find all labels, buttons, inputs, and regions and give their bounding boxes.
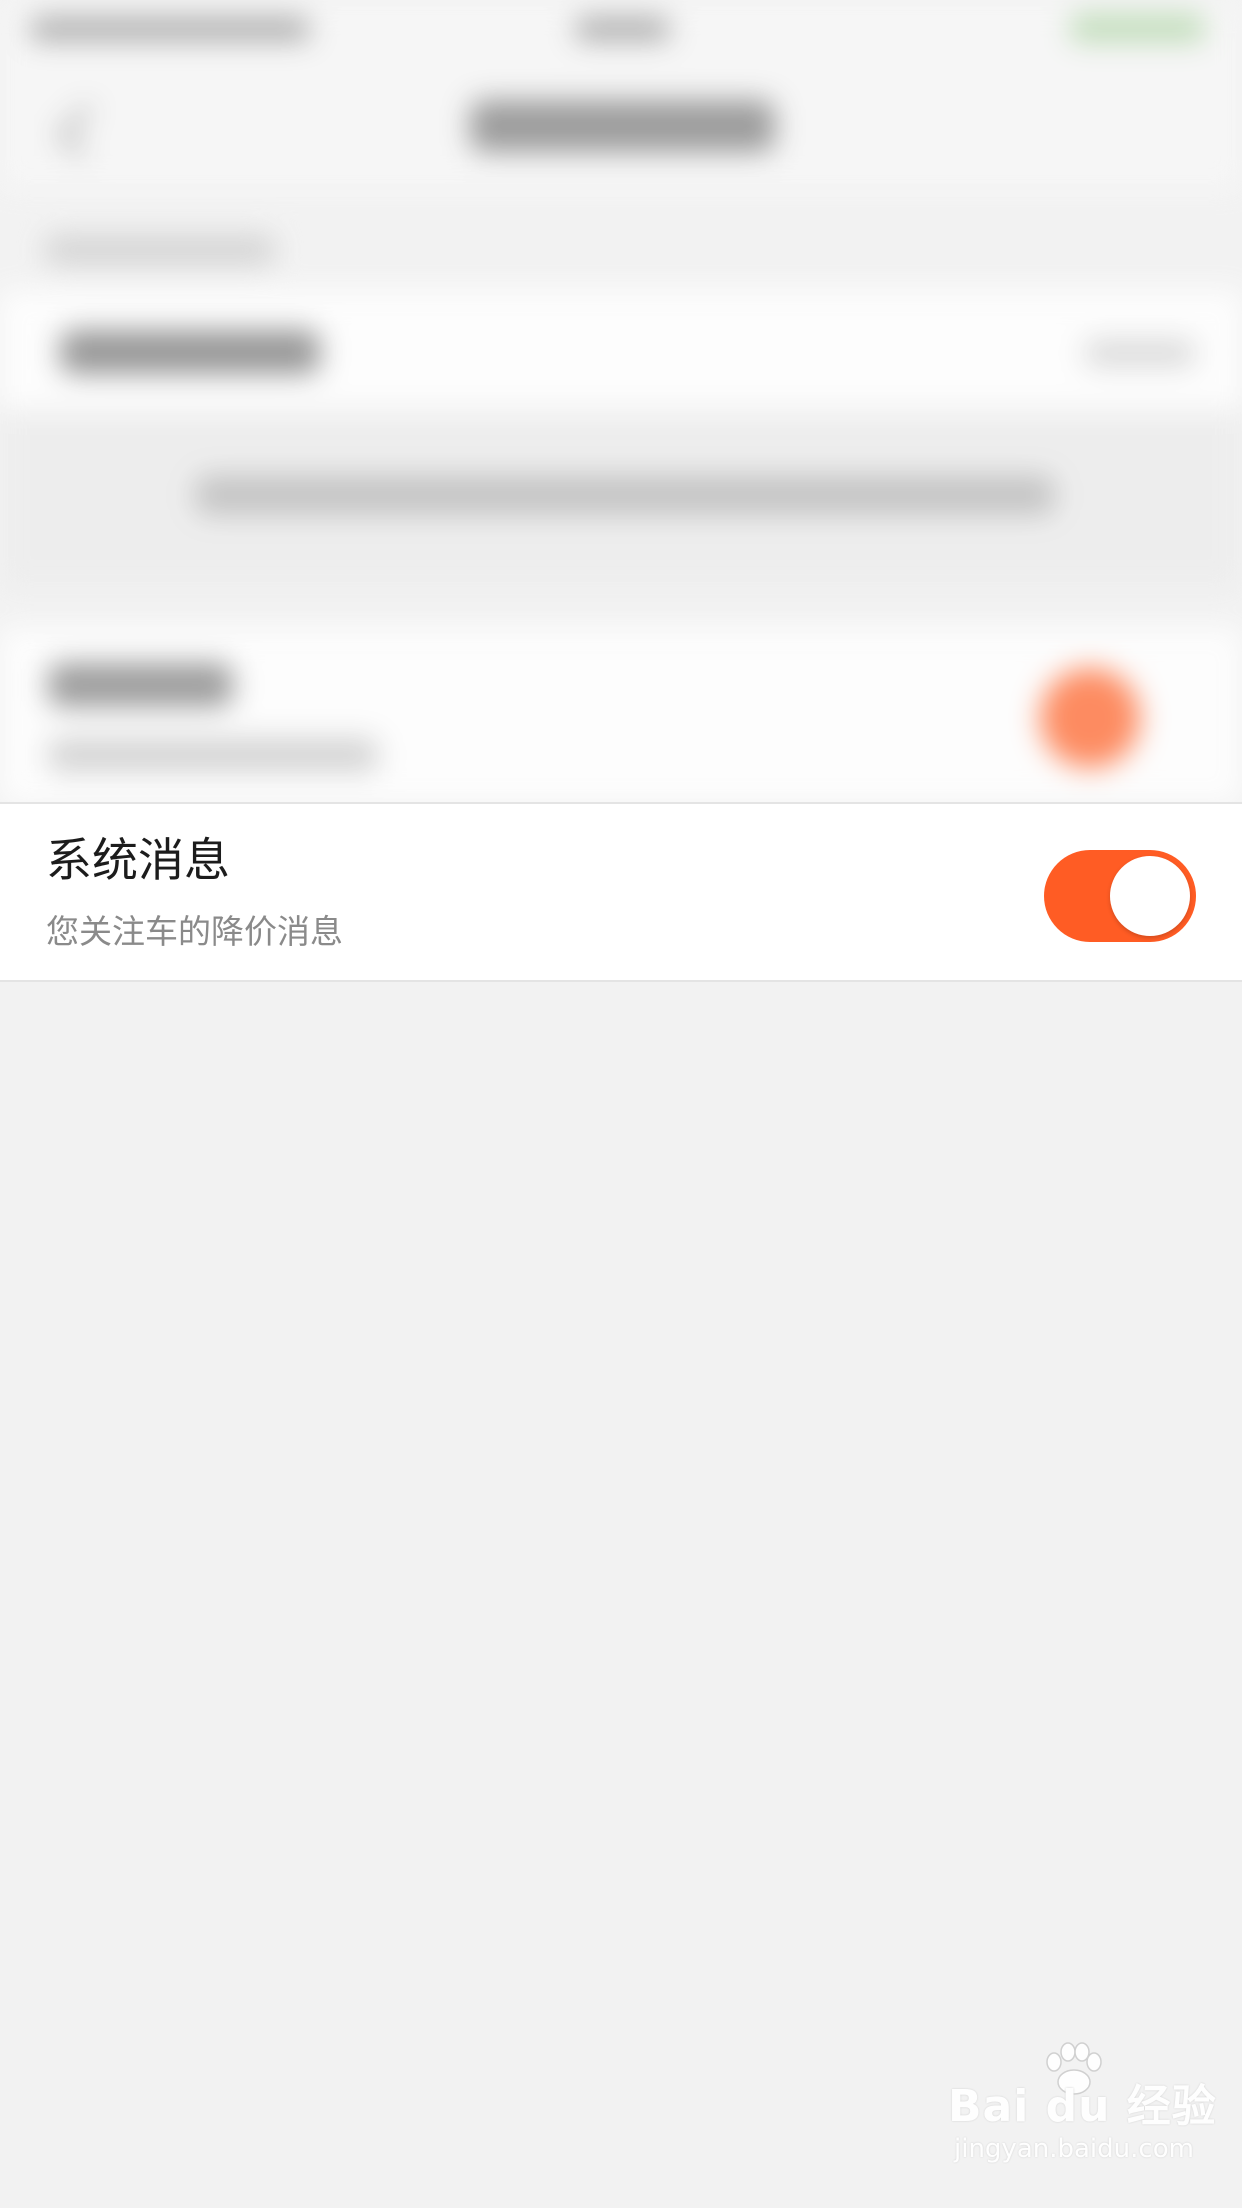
row-value-blur [1085,340,1195,366]
info-text-blur [0,410,1242,590]
settings-row-blur-2[interactable] [0,628,1242,804]
back-arrow-icon[interactable] [57,104,111,158]
toggle-knob [1110,856,1190,936]
status-carrier-blur [30,18,310,40]
section-label-blur [45,235,275,265]
settings-row-blur-1[interactable] [0,290,1242,410]
row-subtitle-blur [48,738,378,772]
toggle-switch-blur[interactable] [1040,668,1140,768]
watermark-url: jingyan.baidu.com [954,2134,1194,2164]
info-line-blur [195,475,1055,515]
system-messages-row[interactable]: 系统消息 您关注车的降价消息 [0,802,1242,982]
status-time-blur [575,18,670,40]
row-title-blur [48,663,233,707]
status-bar [0,0,1242,60]
page-title-blur [470,100,775,152]
system-messages-toggle[interactable] [1044,850,1196,942]
battery-icon [1070,14,1205,42]
row-subtitle: 您关注车的降价消息 [46,912,343,951]
watermark-logo-text: Bai du 经验 [948,2081,1217,2132]
navigation-bar [0,60,1242,190]
row-title-blur [60,330,320,374]
row-title: 系统消息 [46,833,230,887]
baidu-jingyan-watermark: Bai du 经验 jingyan.baidu.com [948,2042,1216,2180]
